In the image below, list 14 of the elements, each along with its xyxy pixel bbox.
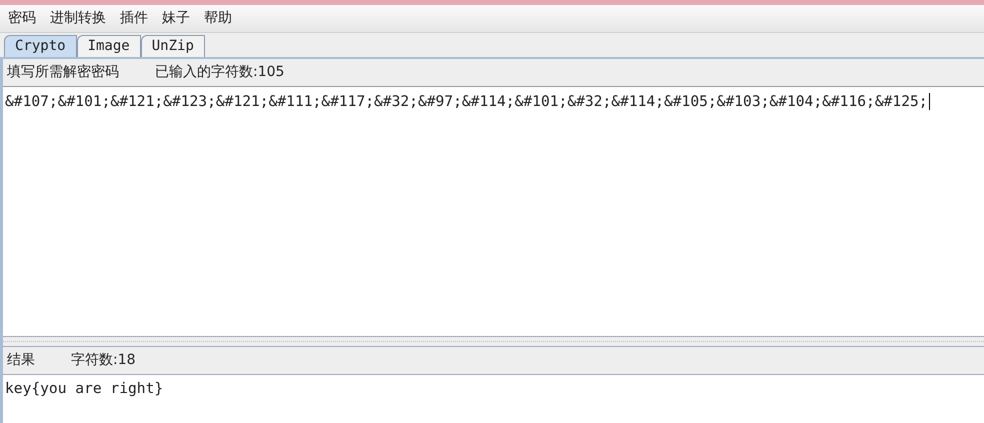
input-char-count: 已输入的字符数:105 (155, 63, 284, 82)
menu-item[interactable]: 密码 (8, 8, 36, 29)
tab[interactable]: UnZip (140, 35, 205, 57)
output-text-area[interactable]: key{you are right} (3, 375, 984, 423)
menu-item[interactable]: 插件 (120, 8, 148, 29)
input-text-area[interactable]: &#107;&#101;&#121;&#123;&#121;&#111;&#117;&#32;&#97;&#114;&#101;&#32;&#114;&#105;&#103;&#104;&#116;&#125; (3, 87, 984, 337)
menu-item[interactable]: 妹子 (162, 8, 190, 29)
output-char-count: 字符数:18 (71, 351, 136, 370)
input-label: 填写所需解密密码 (7, 63, 119, 82)
menu-item[interactable]: 进制转换 (50, 8, 106, 29)
menu-item[interactable]: 帮助 (204, 8, 232, 29)
tab[interactable]: Crypto (4, 35, 77, 57)
output-label: 结果 (7, 351, 35, 370)
tab[interactable]: Image (76, 35, 141, 57)
